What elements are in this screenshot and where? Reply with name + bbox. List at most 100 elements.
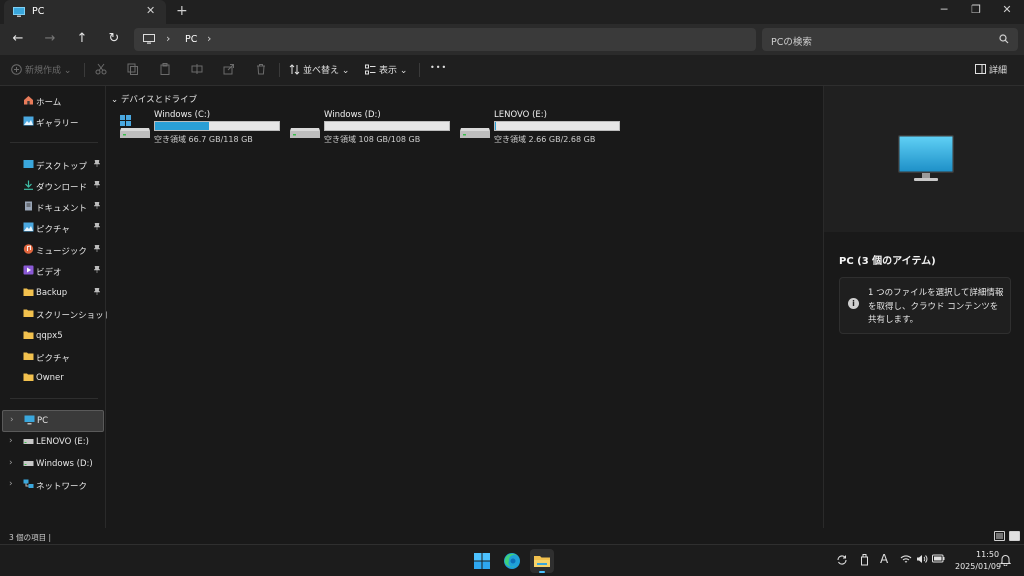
details-view-icon[interactable]	[994, 531, 1005, 541]
group-header-label: デバイスとドライブ	[120, 95, 198, 105]
download-icon	[23, 180, 34, 190]
tab-pc[interactable]: PC ✕	[4, 0, 166, 24]
restore-button[interactable]: ❐	[966, 3, 986, 16]
start-button[interactable]	[470, 549, 494, 573]
home-icon	[23, 95, 34, 105]
pin-icon[interactable]	[93, 244, 101, 254]
minimize-button[interactable]: ─	[934, 3, 954, 16]
sidebar-item-gallery[interactable]: ギャラリー	[0, 112, 106, 132]
close-tab-button[interactable]: ✕	[146, 4, 155, 17]
active-app-indicator	[539, 571, 545, 573]
ime-indicator[interactable]: A	[880, 552, 888, 566]
share-icon[interactable]	[223, 63, 235, 78]
sidebar-item-pictures[interactable]: ピクチャ	[0, 218, 106, 238]
drive-free-space: 空き領域 66.7 GB/118 GB	[154, 135, 253, 144]
pin-icon[interactable]	[93, 222, 101, 232]
sidebar-item-desktop[interactable]: デスクトップ	[0, 155, 106, 175]
sidebar-item-qqpx5[interactable]: qqpx5	[0, 326, 106, 346]
drive-icon	[23, 436, 34, 446]
sort-button[interactable]: 並べ替え ⌄	[289, 63, 349, 78]
document-icon	[23, 201, 34, 211]
expand-chevron-icon[interactable]: ›	[9, 436, 13, 446]
breadcrumb-separator[interactable]: ›	[207, 32, 211, 45]
pin-icon[interactable]	[93, 287, 101, 297]
breadcrumb-item-pc[interactable]: PC	[185, 34, 197, 45]
drive-free-space: 空き領域 108 GB/108 GB	[324, 135, 421, 144]
new-tab-button[interactable]: +	[176, 3, 188, 19]
breadcrumb-separator[interactable]: ›	[166, 32, 170, 45]
paste-icon[interactable]	[159, 63, 171, 78]
chevron-down-icon: ⌄	[63, 66, 72, 76]
notification-bell-icon[interactable]	[999, 554, 1012, 569]
sidebar-item-videos[interactable]: ビデオ	[0, 261, 106, 281]
monitor-icon	[143, 34, 155, 48]
forward-button[interactable]: →	[41, 30, 59, 48]
windows-logo-icon	[474, 553, 490, 569]
sidebar-item-screenshots[interactable]: スクリーンショット	[0, 304, 112, 324]
search-input[interactable]: PCの検索	[762, 28, 1018, 51]
rename-icon[interactable]	[191, 63, 203, 78]
edge-browser-icon[interactable]	[500, 549, 524, 573]
new-button[interactable]: 新規作成 ⌄	[11, 63, 71, 78]
navigation-pane: ホーム ギャラリー デスクトップ ダウンロード ドキュメント ピクチャ ミュージ…	[0, 86, 112, 528]
address-bar[interactable]: › PC ›	[134, 28, 756, 51]
folder-icon	[23, 372, 34, 382]
copy-icon[interactable]	[127, 63, 139, 78]
clock-time[interactable]: 11:50	[976, 550, 999, 559]
search-placeholder: PCの検索	[771, 37, 812, 48]
sidebar-item-music[interactable]: ミュージック	[0, 240, 106, 260]
drive-usage-fill	[155, 122, 209, 130]
sidebar-item-lenovo-e[interactable]: › LENOVO (E:)	[0, 432, 106, 452]
details-preview	[824, 86, 1024, 232]
group-header-devices[interactable]: ⌄ デバイスとドライブ	[111, 93, 197, 105]
expand-chevron-icon[interactable]: ›	[9, 479, 13, 489]
sidebar-divider	[10, 398, 98, 399]
tiles-view-icon[interactable]	[1009, 531, 1020, 541]
details-button-label: 詳細	[989, 66, 1008, 76]
back-button[interactable]: ←	[9, 30, 27, 48]
more-options-button[interactable]: •••	[430, 63, 447, 72]
pin-icon[interactable]	[93, 201, 101, 211]
status-bar: 3 個の項目 |	[0, 528, 1024, 544]
up-button[interactable]: ↑	[73, 30, 91, 48]
sidebar-item-documents[interactable]: ドキュメント	[0, 197, 106, 217]
sidebar-item-pc[interactable]: › PC	[2, 410, 104, 432]
pin-icon[interactable]	[93, 180, 101, 190]
delete-icon[interactable]	[255, 63, 267, 78]
sidebar-item-windows-d[interactable]: › Windows (D:)	[0, 454, 106, 474]
sidebar-item-label: ドキュメント	[36, 204, 88, 214]
sidebar-item-label: qqpx5	[36, 331, 63, 341]
view-button[interactable]: 表示 ⌄	[365, 63, 407, 78]
sidebar-item-network[interactable]: › ネットワーク	[0, 475, 106, 495]
details-pane-button[interactable]: 詳細	[975, 63, 1007, 77]
sync-icon[interactable]	[836, 554, 848, 569]
expand-chevron-icon[interactable]: ›	[10, 415, 14, 425]
sidebar-item-backup[interactable]: Backup	[0, 283, 106, 303]
chevron-down-icon: ⌄	[111, 95, 119, 105]
usb-device-icon[interactable]	[860, 554, 869, 569]
refresh-button[interactable]: ↻	[105, 30, 123, 48]
sidebar-item-label: ミュージック	[36, 247, 87, 257]
drive-tile-e[interactable]: LENOVO (E:) 空き領域 2.66 GB/2.68 GB	[447, 110, 620, 150]
wifi-icon[interactable]	[900, 554, 912, 567]
close-window-button[interactable]: ✕	[997, 3, 1017, 16]
cut-icon[interactable]	[95, 63, 107, 78]
drive-tile-c[interactable]: Windows (C:) 空き領域 66.7 GB/118 GB	[107, 110, 280, 150]
pin-icon[interactable]	[93, 265, 101, 275]
file-explorer-icon[interactable]	[530, 549, 554, 573]
volume-icon[interactable]	[916, 554, 928, 567]
sidebar-item-label: ダウンロード	[36, 183, 88, 193]
expand-chevron-icon[interactable]: ›	[9, 458, 13, 468]
battery-icon[interactable]	[932, 554, 945, 566]
sidebar-item-pictures-folder[interactable]: ピクチャ	[0, 347, 106, 367]
sidebar-item-home[interactable]: ホーム	[0, 91, 106, 111]
pin-icon[interactable]	[93, 159, 101, 169]
chevron-down-icon: ⌄	[341, 66, 350, 76]
drive-tile-d[interactable]: Windows (D:) 空き領域 108 GB/108 GB	[277, 110, 450, 150]
system-drive-icon	[119, 114, 151, 143]
sidebar-item-downloads[interactable]: ダウンロード	[0, 176, 106, 196]
gallery-icon	[23, 116, 34, 126]
clock-date[interactable]: 2025/01/09	[955, 562, 1001, 571]
folder-icon	[23, 330, 34, 340]
sidebar-item-owner[interactable]: Owner	[0, 368, 106, 388]
